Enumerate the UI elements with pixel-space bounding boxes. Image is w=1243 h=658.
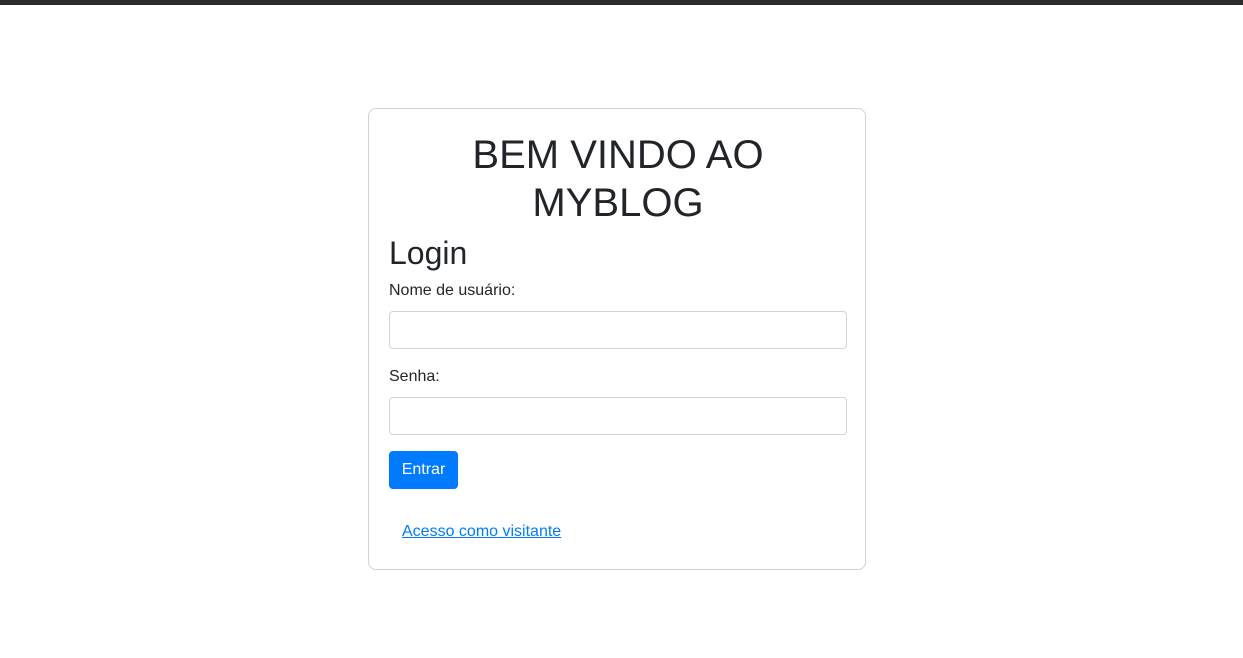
login-card: BEM VINDO AO MYBLOG Login Nome de usuári…	[368, 108, 866, 570]
password-label: Senha:	[389, 368, 440, 385]
password-input[interactable]	[389, 397, 847, 435]
title-line-1: BEM VINDO AO	[472, 133, 764, 177]
page-title: BEM VINDO AO MYBLOG	[369, 131, 867, 227]
guest-access-link[interactable]: Acesso como visitante	[402, 522, 561, 542]
title-line-2: MYBLOG	[532, 181, 704, 225]
submit-button[interactable]: Entrar	[389, 451, 458, 489]
username-input[interactable]	[389, 311, 847, 349]
login-heading: Login	[389, 235, 468, 271]
username-label: Nome de usuário:	[389, 282, 516, 299]
top-bar	[0, 0, 1243, 5]
